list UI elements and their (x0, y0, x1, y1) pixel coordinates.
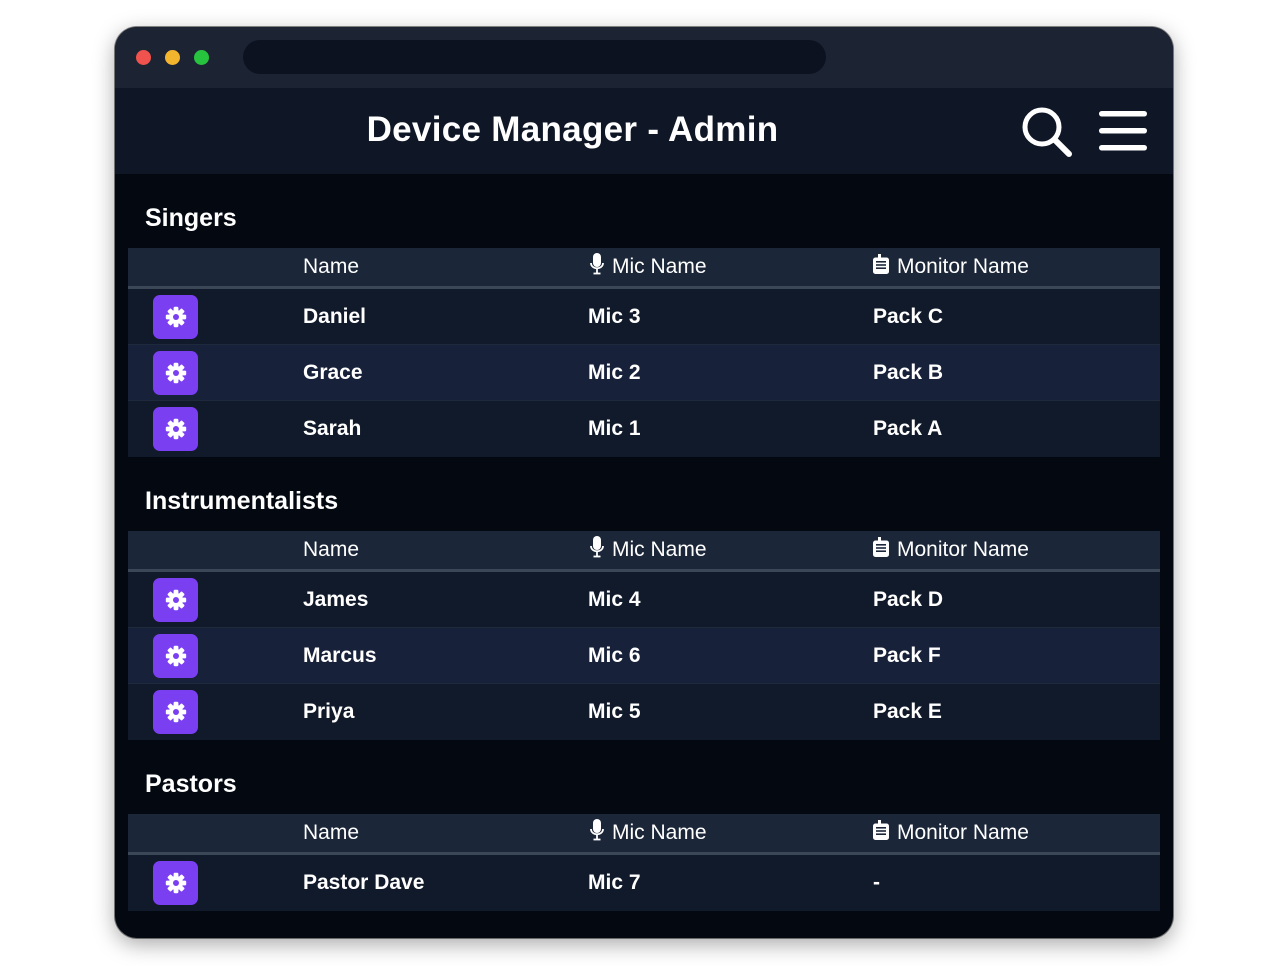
cell-mic-name: Mic 6 (588, 643, 641, 667)
cell-monitor-name: Pack B (873, 360, 944, 384)
cell-monitor-name: - (873, 871, 880, 894)
column-header-monitor-label: Monitor Name (897, 538, 1029, 561)
section-title: Instrumentalists (145, 487, 339, 515)
table-body: Daniel Mic 3 Pack C Grace Mic 2 Pack B S… (128, 289, 1160, 457)
settings-button[interactable] (153, 407, 198, 451)
window-titlebar (115, 27, 1173, 88)
cell-name: Priya (303, 700, 355, 723)
table-row: Sarah Mic 1 Pack A (128, 401, 1160, 457)
cell-mic-name: Mic 3 (588, 304, 641, 328)
menu-button[interactable] (1095, 106, 1151, 160)
device-section: Singers Name Mic Name Monitor Name Danie… (128, 174, 1160, 457)
device-section: Pastors Name Mic Name Monitor Name Pasto… (128, 740, 1160, 911)
gear-icon (165, 418, 186, 440)
cell-name: Grace (303, 360, 363, 384)
table-header: Name Mic Name Monitor Name (128, 248, 1160, 289)
column-header-name: Name (303, 821, 360, 844)
table-row: Priya Mic 5 Pack E (128, 684, 1160, 740)
settings-button[interactable] (153, 295, 198, 339)
cell-monitor-name: Pack A (873, 417, 943, 440)
settings-button[interactable] (153, 351, 198, 395)
column-header-monitor: Monitor Name (873, 531, 1029, 569)
column-header-mic-label: Mic Name (612, 255, 707, 278)
browser-window: Device Manager - Admin Singers Name Mic … (115, 27, 1173, 938)
sections-container: Singers Name Mic Name Monitor Name Danie… (128, 174, 1160, 911)
table-row: Grace Mic 2 Pack B (128, 345, 1160, 401)
cell-mic-name: Mic 1 (588, 417, 641, 440)
minimize-window-button[interactable] (165, 50, 180, 65)
column-header-name: Name (303, 538, 360, 561)
settings-button[interactable] (153, 578, 198, 622)
cell-mic-name: Mic 7 (588, 871, 641, 894)
column-header-mic: Mic Name (590, 531, 707, 569)
microphone-icon (590, 253, 604, 281)
table-row: Daniel Mic 3 Pack C (128, 289, 1160, 345)
table-body: Pastor Dave Mic 7 - (128, 855, 1160, 911)
table-row: James Mic 4 Pack D (128, 572, 1160, 628)
column-header-mic: Mic Name (590, 814, 707, 852)
cell-monitor-name: Pack F (873, 643, 941, 667)
cell-mic-name: Mic 2 (588, 360, 641, 384)
device-table: Name Mic Name (128, 531, 1160, 740)
column-header-monitor: Monitor Name (873, 814, 1029, 852)
column-header-mic-label: Mic Name (612, 821, 707, 844)
search-icon (1022, 107, 1072, 157)
app-header: Device Manager - Admin (115, 88, 1173, 174)
section-title: Pastors (145, 770, 237, 798)
settings-button[interactable] (153, 861, 198, 905)
gear-icon (165, 872, 186, 894)
cell-mic-name: Mic 4 (588, 587, 641, 611)
cell-name: Marcus (303, 643, 377, 667)
table-row: Pastor Dave Mic 7 - (128, 855, 1160, 911)
table-header: Name Mic Name Monitor Name (128, 814, 1160, 855)
cell-monitor-name: Pack E (873, 700, 942, 723)
settings-button[interactable] (153, 690, 198, 734)
column-header-mic-label: Mic Name (612, 538, 707, 561)
monitor-pack-icon (873, 254, 889, 280)
search-button[interactable] (1020, 106, 1076, 160)
cell-monitor-name: Pack D (873, 587, 944, 611)
microphone-icon (590, 819, 604, 847)
gear-icon (165, 645, 186, 667)
column-header-monitor-label: Monitor Name (897, 821, 1029, 844)
gear-icon (165, 701, 186, 723)
device-table: Name Mic Name (128, 814, 1160, 911)
table-header: Name Mic Name Monitor Name (128, 531, 1160, 572)
device-table: Name Mic Name (128, 248, 1160, 457)
gear-icon (165, 589, 186, 611)
monitor-pack-icon (873, 537, 889, 563)
settings-button[interactable] (153, 634, 198, 678)
cell-name: Daniel (303, 304, 367, 328)
address-bar[interactable] (243, 40, 826, 74)
table-row: Marcus Mic 6 Pack F (128, 628, 1160, 684)
column-header-monitor: Monitor Name (873, 248, 1029, 286)
page-title: Device Manager - Admin (366, 110, 779, 149)
column-header-monitor-label: Monitor Name (897, 255, 1029, 278)
cell-name: James (303, 587, 369, 611)
column-header-name: Name (303, 255, 360, 278)
device-section: Instrumentalists Name Mic Name Monitor N… (128, 457, 1160, 740)
gear-icon (165, 306, 186, 328)
cell-name: Sarah (303, 417, 362, 440)
column-header-mic: Mic Name (590, 248, 707, 286)
microphone-icon (590, 536, 604, 564)
table-body: James Mic 4 Pack D Marcus Mic 6 Pack F P… (128, 572, 1160, 740)
cell-monitor-name: Pack C (873, 304, 944, 328)
cell-mic-name: Mic 5 (588, 700, 641, 723)
section-title: Singers (145, 204, 237, 232)
monitor-pack-icon (873, 820, 889, 846)
cell-name: Pastor Dave (303, 871, 425, 894)
hamburger-menu-icon (1099, 111, 1147, 151)
close-window-button[interactable] (136, 50, 151, 65)
gear-icon (165, 362, 186, 384)
maximize-window-button[interactable] (194, 50, 209, 65)
